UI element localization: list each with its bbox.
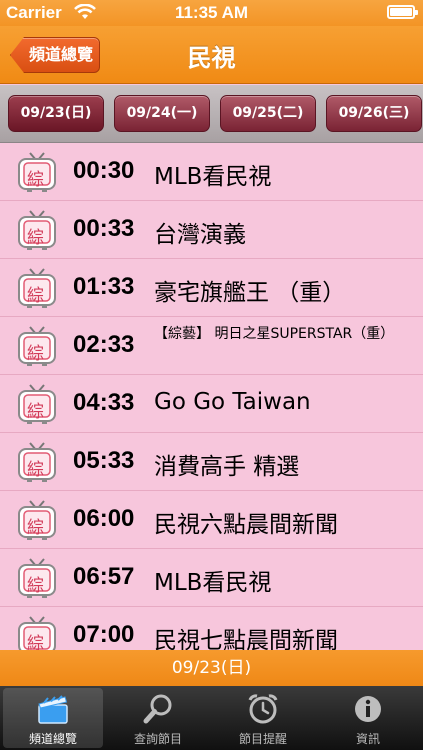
tab-channel-overview[interactable]: 頻道總覽 — [3, 688, 103, 748]
program-time: 06:00 — [73, 505, 135, 532]
program-title: 消費高手 精選 — [154, 454, 300, 480]
program-title: 豪宅旗艦王 （重） — [154, 280, 346, 306]
genre-label: 綜 — [27, 518, 44, 538]
program-title: MLB看民視 — [154, 164, 272, 190]
genre-label: 綜 — [27, 228, 44, 248]
tab-label: 查詢節目 — [133, 732, 182, 746]
status-bar: Carrier 11:35 AM — [0, 0, 423, 26]
genre-label: 綜 — [27, 402, 44, 422]
date-tab-0924[interactable]: 09/24(一) — [114, 95, 210, 132]
program-title: 民視七點晨間新聞 — [154, 628, 338, 650]
list-item[interactable]: 綜 06:57 MLB看民視 — [0, 549, 423, 607]
list-item[interactable]: 綜 06:00 民視六點晨間新聞 — [0, 491, 423, 549]
program-title: Go Go Taiwan — [154, 389, 311, 415]
tab-bar: 頻道總覽 查詢節目 節目提醒 資訊 — [0, 686, 423, 750]
genre-label: 綜 — [27, 460, 44, 480]
selected-date-banner: 09/23(日) — [0, 650, 423, 686]
genre-label: 綜 — [27, 170, 44, 190]
info-icon — [355, 696, 381, 722]
tab-search-program[interactable]: 查詢節目 — [108, 688, 208, 748]
tab-info[interactable]: 資訊 — [318, 688, 418, 748]
date-selector: 09/23(日) 09/24(一) 09/25(二) 09/26(三) — [0, 85, 423, 143]
battery-icon — [387, 5, 418, 19]
genre-label: 綜 — [27, 344, 44, 364]
genre-label: 綜 — [27, 576, 44, 596]
tab-label: 頻道總覽 — [28, 732, 77, 746]
list-item[interactable]: 綜 00:30 MLB看民視 — [0, 143, 423, 201]
search-icon — [143, 694, 172, 724]
list-item[interactable]: 綜 01:33 豪宅旗艦王 （重） — [0, 259, 423, 317]
program-list[interactable]: 綜 00:30 MLB看民視 綜 00:33 台灣演義 綜 01:33 豪宅旗艦… — [0, 143, 423, 650]
program-time: 00:33 — [73, 215, 135, 242]
list-item[interactable]: 綜 05:33 消費高手 精選 — [0, 433, 423, 491]
list-item[interactable]: 綜 00:33 台灣演義 — [0, 201, 423, 259]
program-time: 05:33 — [73, 447, 135, 474]
program-time: 06:57 — [73, 563, 135, 590]
program-time: 01:33 — [73, 273, 135, 300]
list-item[interactable]: 綜 02:33 【綜藝】 明日之星SUPERSTAR（重） — [0, 317, 423, 375]
alarm-clock-icon — [248, 694, 278, 724]
program-time: 04:33 — [73, 389, 135, 416]
list-item[interactable]: 綜 04:33 Go Go Taiwan — [0, 375, 423, 433]
program-title: MLB看民視 — [154, 570, 272, 596]
tab-program-reminder[interactable]: 節目提醒 — [213, 688, 313, 748]
clapperboard-icon — [38, 695, 68, 724]
program-title: 民視六點晨間新聞 — [154, 512, 338, 538]
date-tab-0926[interactable]: 09/26(三) — [326, 95, 422, 132]
navigation-bar: 頻道總覽 民視 — [0, 26, 423, 84]
status-time: 11:35 AM — [174, 3, 249, 22]
tab-label: 資訊 — [355, 732, 380, 746]
page-title: 民視 — [187, 44, 236, 72]
program-time: 00:30 — [73, 157, 135, 184]
date-tab-0923[interactable]: 09/23(日) — [8, 95, 104, 132]
program-title: 台灣演義 — [154, 222, 246, 248]
date-tab-0925[interactable]: 09/25(二) — [220, 95, 316, 132]
list-item[interactable]: 綜 07:00 民視七點晨間新聞 — [0, 607, 423, 650]
program-time: 02:33 — [73, 331, 135, 358]
genre-label: 綜 — [27, 286, 44, 306]
tab-label: 節目提醒 — [238, 732, 287, 746]
genre-label: 綜 — [27, 634, 44, 650]
program-title: 【綜藝】 明日之星SUPERSTAR（重） — [154, 326, 395, 342]
program-time: 07:00 — [73, 621, 135, 648]
